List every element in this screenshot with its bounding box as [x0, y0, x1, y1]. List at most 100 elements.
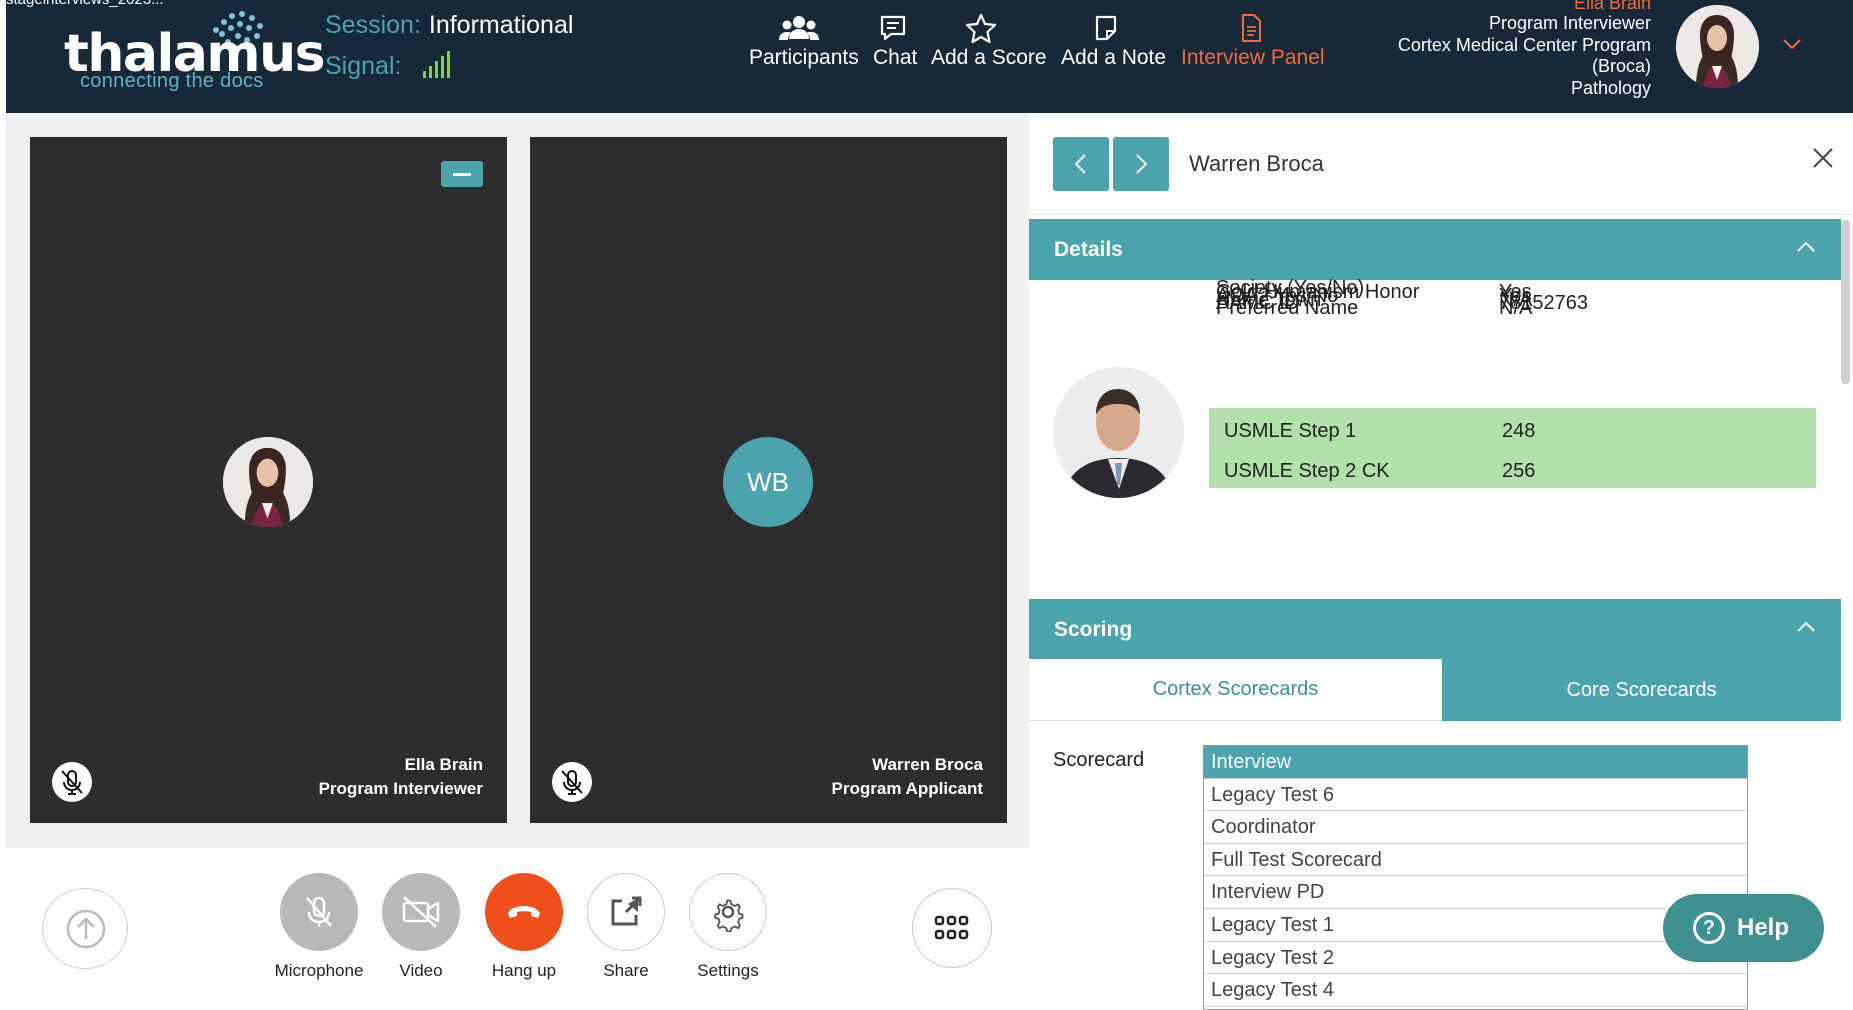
user-program-line1: Cortex Medical Center Program: [1397, 34, 1651, 55]
signal-strength-icon: [423, 51, 450, 78]
nav-add-score[interactable]: Add a Score: [931, 12, 1047, 70]
note-icon: [1095, 15, 1117, 41]
scorecard-label: Scorecard: [1053, 749, 1145, 771]
scorecard-option[interactable]: Full Test Scorecard: [1204, 844, 1747, 877]
tile-participant-role: Program Interviewer: [318, 779, 483, 798]
scorecard-tabs: Cortex Scorecards Core Scorecards: [1029, 659, 1841, 721]
nav-add-note[interactable]: Add a Note: [1061, 12, 1166, 70]
participant-initials-avatar: WB: [723, 437, 813, 527]
question-icon: ?: [1693, 912, 1725, 944]
tile-participant-role: Program Applicant: [831, 779, 983, 798]
call-controls: Microphone Video Hang up Share Settings: [6, 848, 1029, 1010]
participant-avatar-image: [223, 437, 313, 527]
participant-avatar: [223, 437, 313, 527]
chevron-right-icon: [1136, 154, 1148, 174]
close-icon[interactable]: [1812, 147, 1834, 169]
window-title-fragment: stageinterviews_2023...: [6, 0, 164, 8]
thalamus-logo[interactable]: thalamus connecting the docs: [64, 11, 326, 94]
arrow-up-circle-icon: [66, 909, 106, 949]
scorecard-option[interactable]: Coordinator: [1204, 811, 1747, 844]
upload-button[interactable]: [42, 888, 128, 969]
hangup-button[interactable]: [485, 873, 563, 951]
participants-icon: [779, 16, 819, 40]
hangup-label: Hang up: [491, 961, 557, 980]
settings-button[interactable]: [689, 873, 767, 951]
nav-chat-label: Chat: [873, 46, 918, 69]
microphone-label: Microphone: [274, 961, 364, 980]
scorecard-option[interactable]: Interview PD: [1204, 876, 1747, 909]
video-button[interactable]: [382, 873, 460, 951]
share-control[interactable]: Share: [571, 873, 681, 981]
divider: [1029, 214, 1853, 215]
user-avatar[interactable]: [1676, 5, 1759, 88]
panel-scrollbar[interactable]: [1841, 220, 1850, 384]
star-icon: [965, 13, 997, 44]
details-section-header[interactable]: Details: [1029, 219, 1841, 280]
user-program-line3: Pathology: [1570, 77, 1651, 98]
scoring-section-header[interactable]: Scoring: [1029, 599, 1841, 660]
scorecard-option[interactable]: Legacy Test 2: [1204, 942, 1747, 975]
gear-icon: [714, 899, 744, 932]
scorecard-listbox[interactable]: Interview Legacy Test 6 Coordinator Full…: [1203, 745, 1748, 1010]
detail-key: Society (Yes/No): [1216, 277, 1365, 299]
highlight-row-usmle2: USMLE Step 2 CK 256: [1209, 448, 1816, 488]
microphone-button[interactable]: [280, 873, 358, 951]
highlight-value: 248: [1502, 420, 1536, 442]
muted-icon: [552, 762, 592, 802]
nav-chat[interactable]: Chat: [873, 12, 917, 70]
detail-value: Yes: [1499, 281, 1532, 303]
video-tile-interviewer[interactable]: Ella Brain Program Interviewer: [30, 137, 507, 823]
settings-control[interactable]: Settings: [673, 873, 783, 981]
share-label: Share: [603, 961, 649, 980]
microphone-control[interactable]: Microphone: [264, 873, 374, 981]
applicant-photo-image: [1053, 367, 1184, 498]
previous-applicant-button[interactable]: [1053, 137, 1109, 191]
video-grid: Ella Brain Program Interviewer WB Warren…: [6, 113, 1029, 848]
signal-label: Signal:: [325, 52, 402, 80]
document-icon: [1242, 14, 1261, 42]
user-info: Program Interviewer Cortex Medical Cente…: [1398, 13, 1651, 99]
tab-core-scorecards[interactable]: Core Scorecards: [1442, 659, 1841, 721]
user-name: Ella Brain: [1573, 0, 1651, 13]
minimize-button[interactable]: [441, 161, 483, 187]
scorecard-option[interactable]: Legacy Test 4: [1204, 974, 1747, 1007]
settings-label: Settings: [697, 961, 759, 980]
signal-indicator: Signal:: [325, 51, 450, 81]
next-applicant-button[interactable]: [1113, 137, 1169, 191]
help-label: Help: [1737, 914, 1790, 941]
user-program-line2: (Broca): [1591, 56, 1651, 76]
chevron-down-icon[interactable]: [1782, 38, 1802, 50]
mic-off-icon: [306, 896, 332, 927]
scoring-header-label: Scoring: [1054, 618, 1133, 641]
session-indicator: Session: Informational: [325, 10, 573, 40]
nav-interview-panel[interactable]: Interview Panel: [1181, 12, 1325, 70]
app-root: stageinterviews_2023... thalamus connect…: [0, 0, 1853, 1010]
details-header-label: Details: [1054, 238, 1123, 261]
video-tile-applicant[interactable]: WB Warren Broca Program Applicant: [530, 137, 1007, 823]
chevron-up-icon: [1797, 241, 1815, 252]
scorecard-option[interactable]: Legacy Test 6: [1204, 779, 1747, 812]
nav-add-note-label: Add a Note: [1061, 46, 1167, 69]
nav-participants[interactable]: Participants: [749, 12, 859, 70]
hangup-control[interactable]: Hang up: [469, 873, 579, 981]
user-avatar-image: [1676, 5, 1759, 88]
share-button[interactable]: [587, 873, 665, 951]
highlight-key: USMLE Step 1: [1224, 420, 1357, 442]
help-button[interactable]: ? Help: [1663, 894, 1824, 962]
session-value: Informational: [428, 11, 574, 39]
video-off-icon: [402, 896, 440, 928]
logo-tagline: connecting the docs: [80, 70, 264, 92]
muted-icon: [52, 762, 92, 802]
layout-grid-button[interactable]: [912, 888, 992, 968]
share-icon: [611, 896, 642, 926]
video-label: Video: [399, 961, 443, 980]
hangup-icon: [508, 906, 540, 918]
video-control[interactable]: Video: [366, 873, 476, 981]
session-label: Session:: [325, 11, 421, 39]
scorecard-option[interactable]: Interview: [1204, 746, 1747, 779]
highlight-key: USMLE Step 2 CK: [1224, 460, 1390, 482]
chevron-up-icon: [1797, 621, 1815, 632]
chat-icon: [880, 15, 906, 41]
tab-cortex-scorecards[interactable]: Cortex Scorecards: [1029, 659, 1442, 721]
tile-name-block: Ella Brain Program Interviewer: [319, 753, 483, 801]
